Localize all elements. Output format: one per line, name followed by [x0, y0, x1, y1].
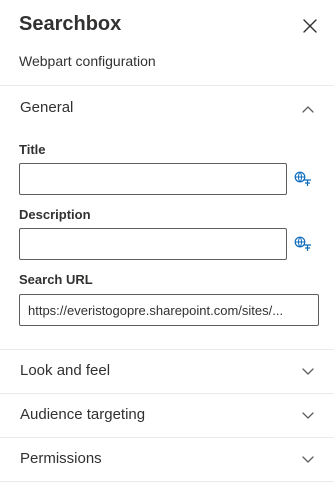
search-url-input[interactable] — [19, 294, 319, 326]
pane-subtitle: Webpart configuration — [19, 53, 156, 69]
title-field-label: Title — [19, 142, 46, 157]
description-field-label: Description — [19, 207, 91, 222]
section-audience-targeting-label: Audience targeting — [20, 406, 146, 423]
expand-toggle[interactable] — [300, 408, 316, 424]
chevron-down-icon — [302, 412, 314, 419]
chevron-up-icon — [302, 106, 314, 113]
pane-title: Searchbox — [19, 13, 122, 35]
search-url-field-label: Search URL — [19, 272, 93, 287]
section-look-and-feel[interactable]: Look and feel — [0, 350, 334, 394]
section-general-header[interactable]: General — [0, 87, 334, 131]
section-look-and-feel-header[interactable]: Look and feel — [0, 350, 334, 394]
translate-icon — [294, 171, 311, 186]
title-translate-button[interactable] — [294, 170, 312, 188]
description-input[interactable] — [19, 228, 287, 260]
property-pane: Searchbox Webpart configuration General … — [0, 0, 334, 493]
section-permissions[interactable]: Permissions — [0, 438, 334, 482]
section-look-and-feel-label: Look and feel — [20, 362, 111, 379]
chevron-down-icon — [302, 368, 314, 375]
section-permissions-label: Permissions — [20, 450, 102, 467]
section-general-label: General — [20, 99, 74, 116]
collapse-toggle[interactable] — [300, 101, 316, 117]
title-input[interactable] — [19, 163, 287, 195]
section-audience-targeting-header[interactable]: Audience targeting — [0, 394, 334, 438]
section-permissions-header[interactable]: Permissions — [0, 438, 334, 482]
section-audience-targeting[interactable]: Audience targeting — [0, 394, 334, 438]
description-translate-button[interactable] — [294, 235, 312, 253]
expand-toggle[interactable] — [300, 364, 316, 380]
chevron-down-icon — [302, 456, 314, 463]
pane-header: Searchbox Webpart configuration — [0, 0, 334, 86]
close-icon — [303, 19, 317, 33]
close-button[interactable] — [298, 14, 322, 38]
translate-icon — [294, 236, 311, 251]
expand-toggle[interactable] — [300, 452, 316, 468]
section-general: General Title Description Search URL htt… — [0, 87, 334, 350]
